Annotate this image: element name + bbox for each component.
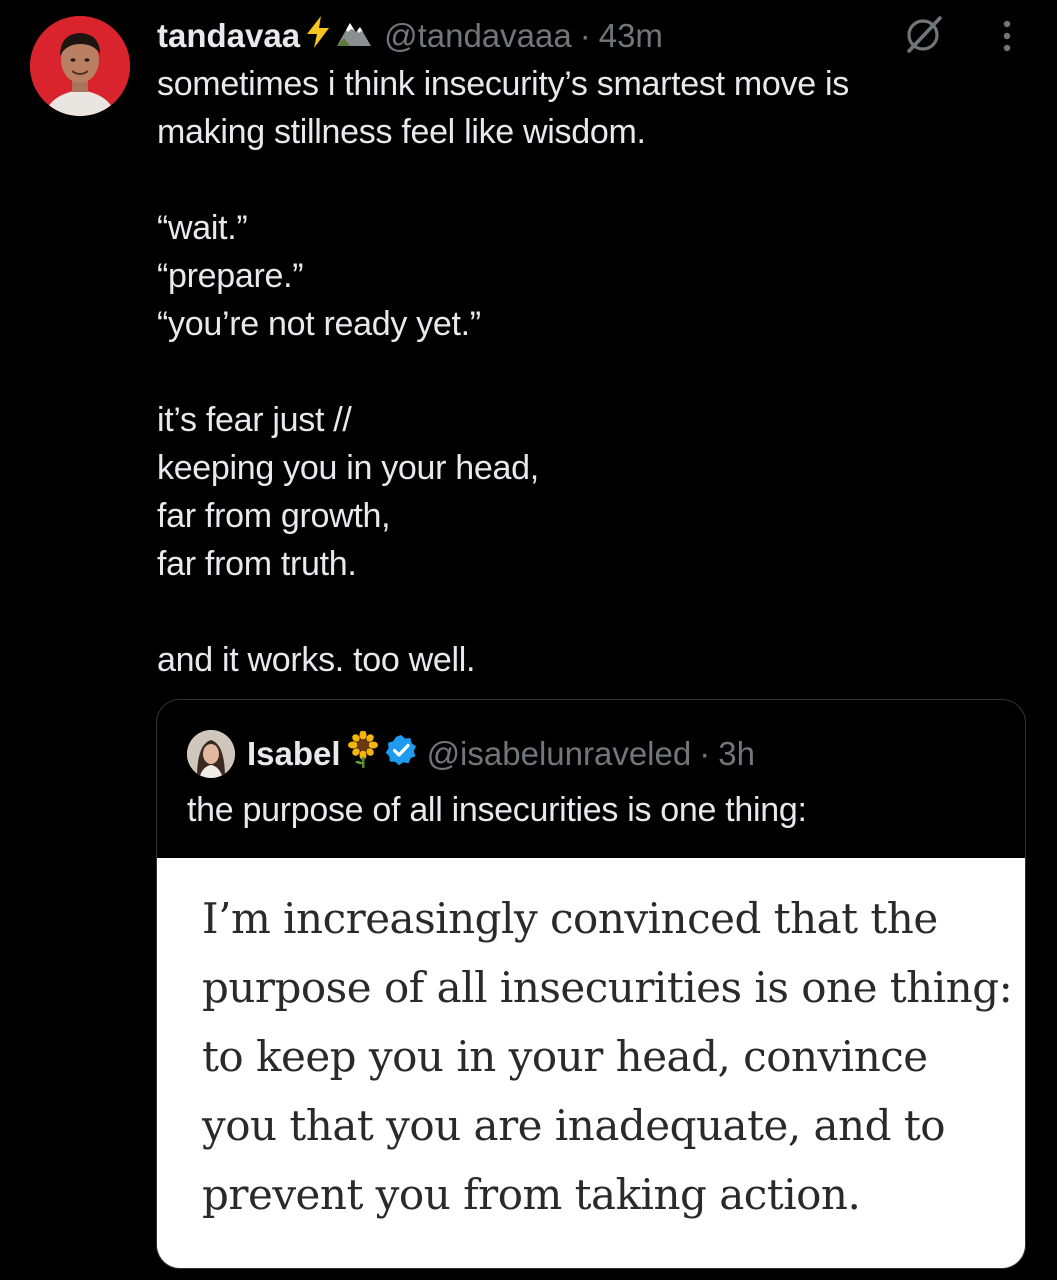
quoted-tweet-image[interactable]: I’m increasingly convinced that the purp… xyxy=(157,858,1025,1268)
tweet-line: it’s fear just // xyxy=(157,401,352,439)
tweet-line: making stillness feel like wisdom. xyxy=(157,113,646,151)
post-time[interactable]: 43m xyxy=(599,17,663,55)
grok-icon[interactable] xyxy=(903,14,945,56)
tweet-line: “wait.” xyxy=(157,209,248,247)
quoted-tweet-card[interactable]: Isabel @isabelunraveled · 3h the purpose… xyxy=(156,699,1026,1269)
tweet[interactable]: tandavaa @tandavaaa · 43m sometimes i th… xyxy=(0,0,1057,1280)
verified-badge-icon xyxy=(385,734,417,774)
quoted-header-separator: · xyxy=(699,735,711,772)
quoted-tweet-text: the purpose of all insecurities is one t… xyxy=(187,791,807,829)
quoted-author-display-name[interactable]: Isabel xyxy=(247,735,341,773)
tweet-header: tandavaa @tandavaaa · 43m xyxy=(157,14,663,58)
quoted-post-time[interactable]: 3h xyxy=(718,735,755,773)
quoted-image-line: to keep you in your head, convince xyxy=(202,1032,928,1081)
quoted-image-line: purpose of all insecurities is one thing… xyxy=(202,963,1013,1012)
quoted-author-avatar[interactable] xyxy=(187,730,235,778)
quoted-tweet-header: Isabel @isabelunraveled · 3h xyxy=(187,730,755,778)
tweet-line-break xyxy=(157,156,1007,204)
header-separator: · xyxy=(579,17,591,54)
tweet-text: sometimes i think insecurity’s smartest … xyxy=(157,60,1007,684)
tweet-line-break xyxy=(157,348,1007,396)
more-vertical-icon[interactable] xyxy=(992,16,1022,56)
tweet-line: far from truth. xyxy=(157,545,357,583)
quoted-image-line: you that you are inadequate, and to xyxy=(202,1101,946,1150)
tweet-line: and it works. too well. xyxy=(157,641,476,679)
tweet-line: sometimes i think insecurity’s smartest … xyxy=(157,65,849,103)
mountain-emoji-icon xyxy=(336,17,372,55)
tweet-line: far from growth, xyxy=(157,497,391,535)
quoted-image-text: I’m increasingly convinced that the purp… xyxy=(202,884,1013,1229)
author-display-name[interactable]: tandavaa xyxy=(157,17,300,55)
quoted-image-line: prevent you from taking action. xyxy=(202,1170,861,1219)
sunflower-emoji-icon xyxy=(347,730,379,777)
tweet-line: “you’re not ready yet.” xyxy=(157,305,481,343)
author-handle[interactable]: @tandavaaa xyxy=(384,17,572,55)
lightning-emoji-icon xyxy=(304,15,332,57)
author-avatar[interactable] xyxy=(30,16,130,116)
tweet-line: keeping you in your head, xyxy=(157,449,539,487)
quoted-image-line: I’m increasingly convinced that the xyxy=(202,894,938,943)
tweet-line: “prepare.” xyxy=(157,257,304,295)
quoted-author-handle[interactable]: @isabelunraveled xyxy=(427,735,692,773)
tweet-line-break xyxy=(157,588,1007,636)
